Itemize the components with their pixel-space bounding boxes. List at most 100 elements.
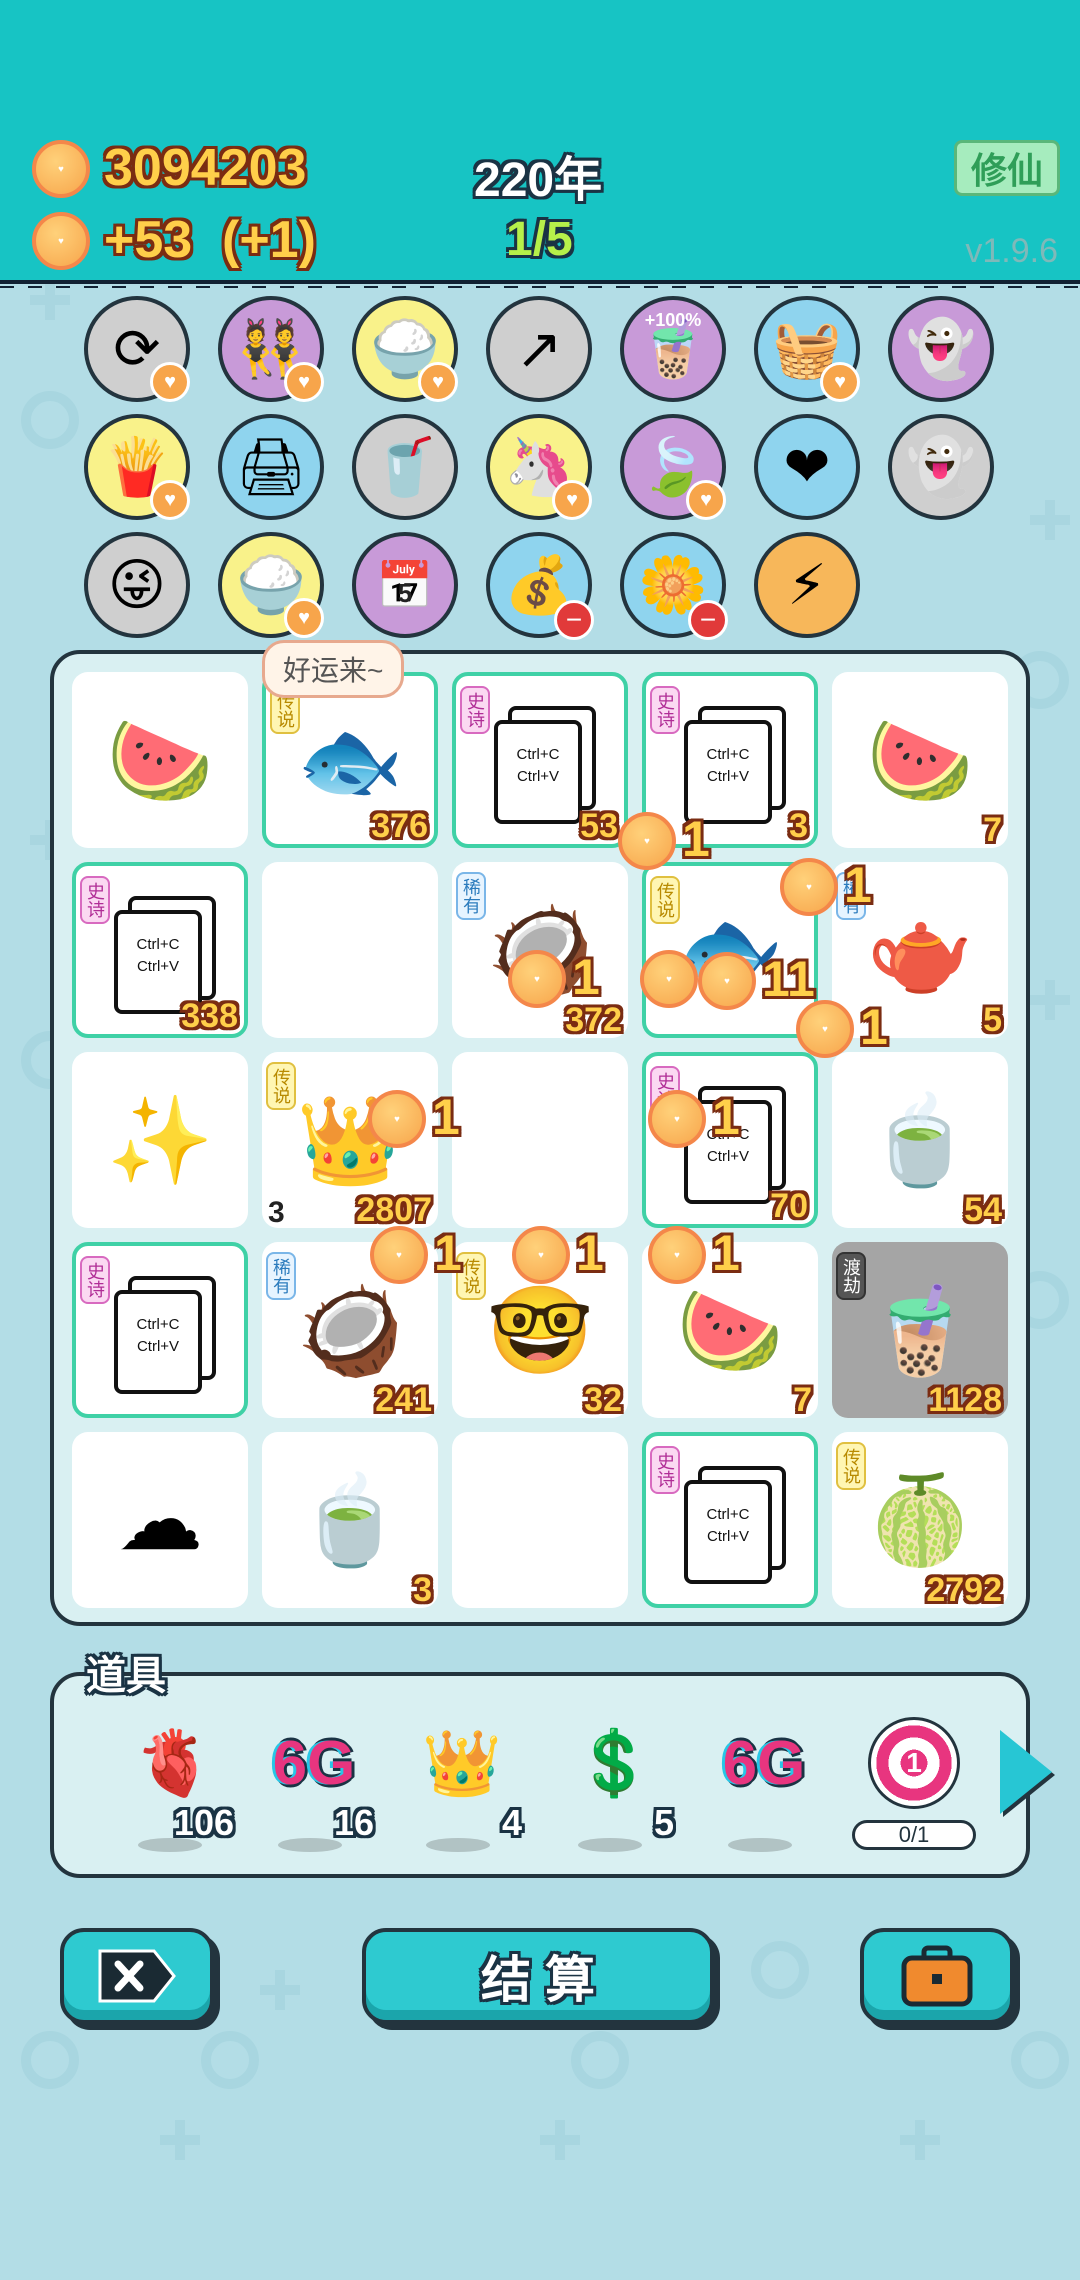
heart-badge-icon: ♥	[284, 598, 324, 638]
rarity-tag: 传说	[836, 1442, 866, 1490]
watermelon-slice-icon: 🍉	[106, 712, 214, 809]
item-count: 7	[983, 811, 1002, 849]
dollar-coin-icon: 💲	[574, 1726, 654, 1799]
copy-paste-icon: Ctrl+C Ctrl+V	[114, 1276, 216, 1396]
top-bar: 3094203 +53 (+1) 220年 1/5 修仙 v1.9.6	[0, 0, 1080, 288]
skill-cow-girls-button[interactable]: 👯 ♥	[218, 296, 324, 402]
skill-fruit-basket-button[interactable]: 🧺 ♥	[754, 296, 860, 402]
rarity-tag: 史诗	[650, 1446, 680, 1494]
reward-amount: 1	[576, 1225, 604, 1281]
board-cell[interactable]: 🍵 54	[832, 1052, 1008, 1229]
tool-6g[interactable]: 6G	[704, 1718, 824, 1858]
rarity-tag: 史诗	[460, 686, 490, 734]
heart-coin-icon	[698, 952, 756, 1010]
skill-flower-pot-button[interactable]: 🌼 −	[620, 532, 728, 640]
target-number: 1	[906, 1747, 922, 1778]
board-cell[interactable]: 🍵 3	[262, 1432, 438, 1609]
header-divider	[0, 280, 1080, 284]
skill-leaf-button[interactable]: 🍃 ♥	[620, 414, 726, 520]
skill-printer-button[interactable]: 🖨	[218, 414, 324, 520]
skill-fries-button[interactable]: 🍟 ♥	[84, 414, 190, 520]
skill-rice-bowl-button[interactable]: 🍚 ♥	[352, 296, 458, 402]
skill-rice-bowl-button[interactable]: 🍚 ♥	[218, 532, 324, 638]
item-count: 53	[580, 807, 618, 845]
board-cell[interactable]: 🍉 7	[832, 672, 1008, 849]
heart-coin-icon	[780, 858, 838, 916]
paste-text: Ctrl+V	[136, 958, 180, 975]
heart-coin-icon	[648, 1090, 706, 1148]
tool-crown[interactable]: 👑 4	[402, 1718, 522, 1858]
exit-button[interactable]	[60, 1928, 214, 2024]
skill-milk-tea-button[interactable]: 🧋 +100%	[620, 296, 726, 402]
skill-milk-tea-cup-button[interactable]: 🥤	[352, 414, 458, 520]
skill-upgrade-arrow-button[interactable]: ↗	[486, 296, 592, 402]
item-count: 338	[181, 997, 238, 1035]
board-cell-empty[interactable]	[262, 862, 438, 1038]
tools-label: 道具	[86, 1654, 166, 1698]
board-cell[interactable]: Ctrl+C Ctrl+V 史诗	[72, 1242, 248, 1418]
board-cell[interactable]: Ctrl+C Ctrl+V 史诗 338	[72, 862, 248, 1038]
6g-icon: 6G	[254, 1718, 374, 1808]
tool-6g[interactable]: 6G 16	[254, 1718, 374, 1858]
board-cell[interactable]: ✨	[72, 1052, 248, 1228]
skill-lightning-button[interactable]: ⚡	[754, 532, 860, 638]
board-cell[interactable]: Ctrl+C Ctrl+V 史诗	[642, 1432, 818, 1608]
skill-heart-cup-button[interactable]: ❤	[754, 414, 860, 520]
tool-shadow	[426, 1838, 490, 1852]
reward-amount: 11	[762, 951, 815, 1007]
skill-percent-label: +100%	[644, 310, 702, 330]
settle-button[interactable]: 结 算	[362, 1928, 714, 2024]
heart-badge-icon: ♥	[686, 480, 726, 520]
item-count: 3	[413, 1571, 432, 1609]
reward-amount: 1	[712, 1225, 740, 1281]
round-progress: 1/5	[506, 213, 573, 266]
6g-icon: 6G	[704, 1718, 824, 1808]
inventory-button[interactable]	[860, 1928, 1014, 2024]
skill-ghost-bomb-button[interactable]: 👻	[888, 296, 994, 402]
tool-liver[interactable]: 🫀 106	[114, 1718, 234, 1858]
rarity-tag: 稀有	[266, 1252, 296, 1300]
milk-tea-cup-icon: 🥤	[370, 435, 440, 498]
rarity-tag: 史诗	[80, 876, 110, 924]
reward-amount: 1	[844, 857, 872, 913]
board-cell[interactable]: 🍉	[72, 672, 248, 848]
item-count: 5	[983, 1001, 1002, 1039]
ghost-wink-icon: 😜	[107, 553, 167, 616]
skill-refresh-button[interactable]: ⟳ ♥	[84, 296, 190, 402]
heart-coin-icon	[508, 950, 566, 1008]
skill-ghost-wink-button[interactable]: 😜	[84, 532, 190, 638]
heart-coin-icon	[370, 1226, 428, 1284]
heart-badge-icon: ♥	[820, 362, 860, 402]
item-count: 1128	[928, 1381, 1002, 1419]
paste-text: Ctrl+V	[136, 1338, 180, 1355]
board-cell[interactable]: 🍈 传说 2792	[832, 1432, 1008, 1609]
cultivate-button[interactable]: 修仙	[954, 140, 1060, 196]
skill-unicorn-button[interactable]: 🦄 ♥	[486, 414, 592, 520]
tool-dollar-coin[interactable]: 💲 5	[554, 1718, 674, 1858]
minus-badge-icon: −	[554, 600, 594, 640]
coin-income: +53	[104, 211, 193, 269]
reward-amount: 1	[432, 1089, 460, 1145]
6g-label: 6G	[722, 1728, 806, 1798]
skill-money-bag-button[interactable]: 💰 −	[486, 532, 594, 640]
tools-next-arrow-icon[interactable]	[1000, 1730, 1052, 1814]
item-count: 372	[565, 1001, 622, 1039]
rarity-tag: 渡劫	[836, 1252, 866, 1300]
tool-shadow	[578, 1838, 642, 1852]
board-cell-empty[interactable]	[452, 1432, 628, 1608]
skill-calendar-button[interactable]: 📅 5	[352, 532, 458, 638]
item-count: 54	[964, 1191, 1002, 1229]
coin-total: 3094203	[104, 139, 307, 197]
calendar-day: 5	[397, 578, 413, 608]
board-cell[interactable]: Ctrl+C Ctrl+V 史诗 53	[452, 672, 628, 848]
board-cell[interactable]: ☁	[72, 1432, 248, 1608]
skill-ghost-button[interactable]: 👻	[888, 414, 994, 520]
board-cell-empty[interactable]	[452, 1052, 628, 1228]
item-count: 7	[793, 1381, 812, 1419]
heart-badge-icon: ♥	[284, 362, 324, 402]
board-cell[interactable]: 🐟 传说 376	[262, 672, 438, 848]
board-cell[interactable]: 🧋 渡劫 1128	[832, 1242, 1008, 1419]
item-level: 3	[268, 1196, 285, 1229]
rice-icon: ☁	[117, 1472, 203, 1568]
version-label: v1.9.6	[965, 232, 1058, 270]
